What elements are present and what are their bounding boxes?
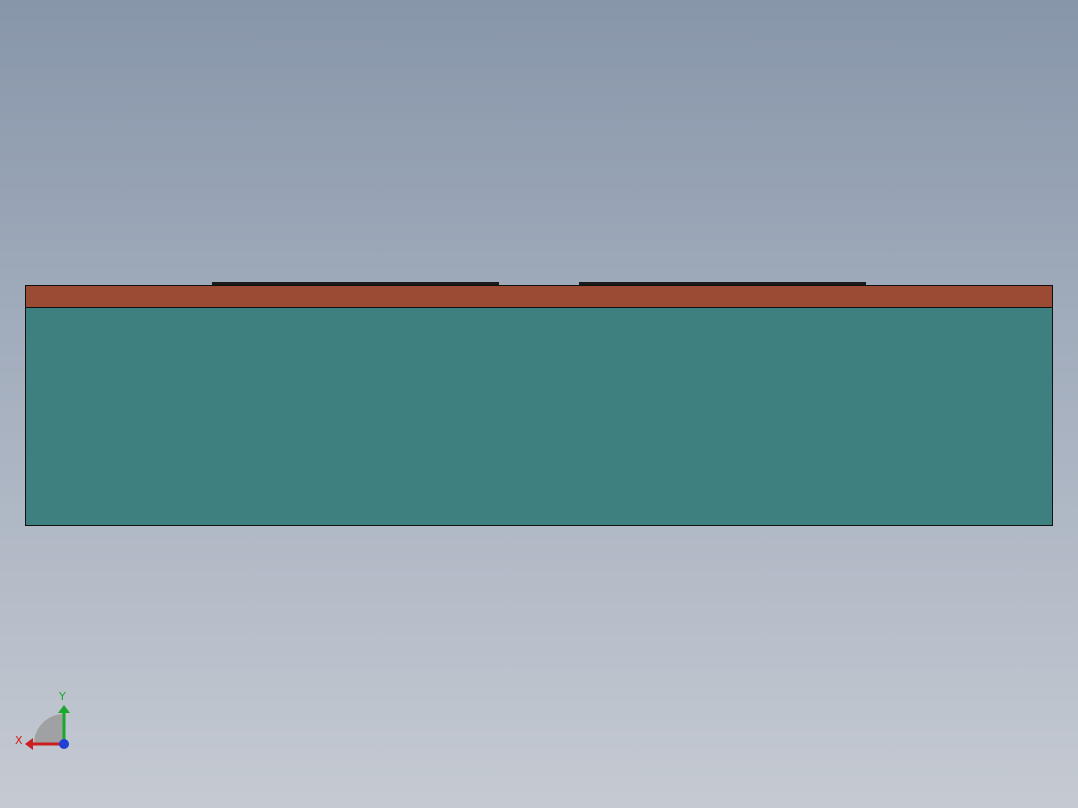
- y-axis-label: Y: [58, 690, 66, 703]
- graphics-viewport[interactable]: Y X: [0, 0, 1078, 808]
- top-strip-right[interactable]: [579, 282, 866, 285]
- model-scene[interactable]: [0, 0, 1078, 808]
- triad-plane-shade: [34, 714, 64, 744]
- top-strip-left[interactable]: [212, 282, 499, 285]
- orientation-triad: Y X: [15, 690, 70, 750]
- top-layer[interactable]: [25, 285, 1053, 308]
- z-axis-dot: [59, 739, 69, 749]
- x-axis-label: X: [15, 734, 23, 747]
- substrate-body[interactable]: [25, 307, 1053, 526]
- x-axis-arrow: [25, 738, 33, 750]
- y-axis-arrow: [58, 705, 70, 713]
